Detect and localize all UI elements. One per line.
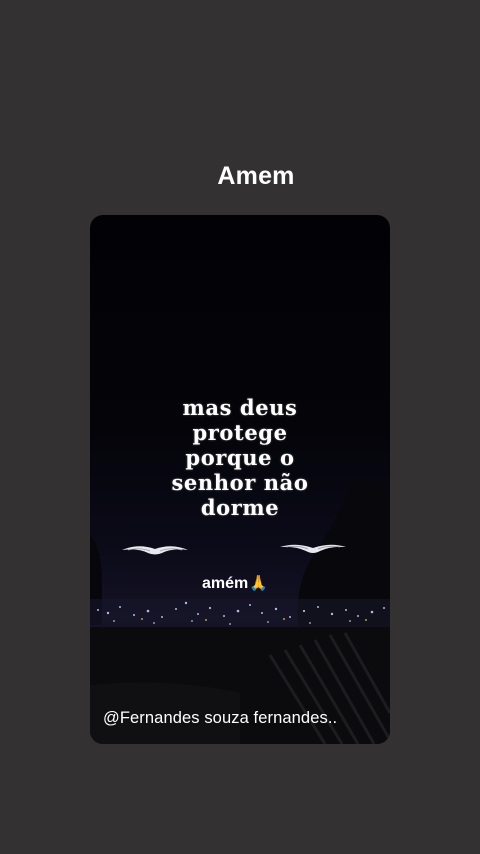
quote-line: protege xyxy=(192,420,288,445)
author-handle[interactable]: @Fernandes souza fernandes.. xyxy=(103,709,337,728)
quote-line: mas deus xyxy=(182,395,298,420)
left-wing-icon xyxy=(122,546,188,555)
story-card[interactable]: mas deus protege porque o senhor não dor… xyxy=(90,215,390,744)
quote-line: dorme xyxy=(200,495,280,520)
amen-caption: amém🙏 xyxy=(202,574,268,593)
right-wing-icon xyxy=(280,544,346,553)
page-title: Amem xyxy=(217,162,295,190)
praying-hands-icon: 🙏 xyxy=(249,575,268,592)
quote-line: senhor não xyxy=(171,470,309,495)
quote-text: mas deus protege porque o senhor não dor… xyxy=(90,395,390,520)
quote-line: porque o xyxy=(185,445,295,470)
amen-text: amém xyxy=(202,575,249,592)
